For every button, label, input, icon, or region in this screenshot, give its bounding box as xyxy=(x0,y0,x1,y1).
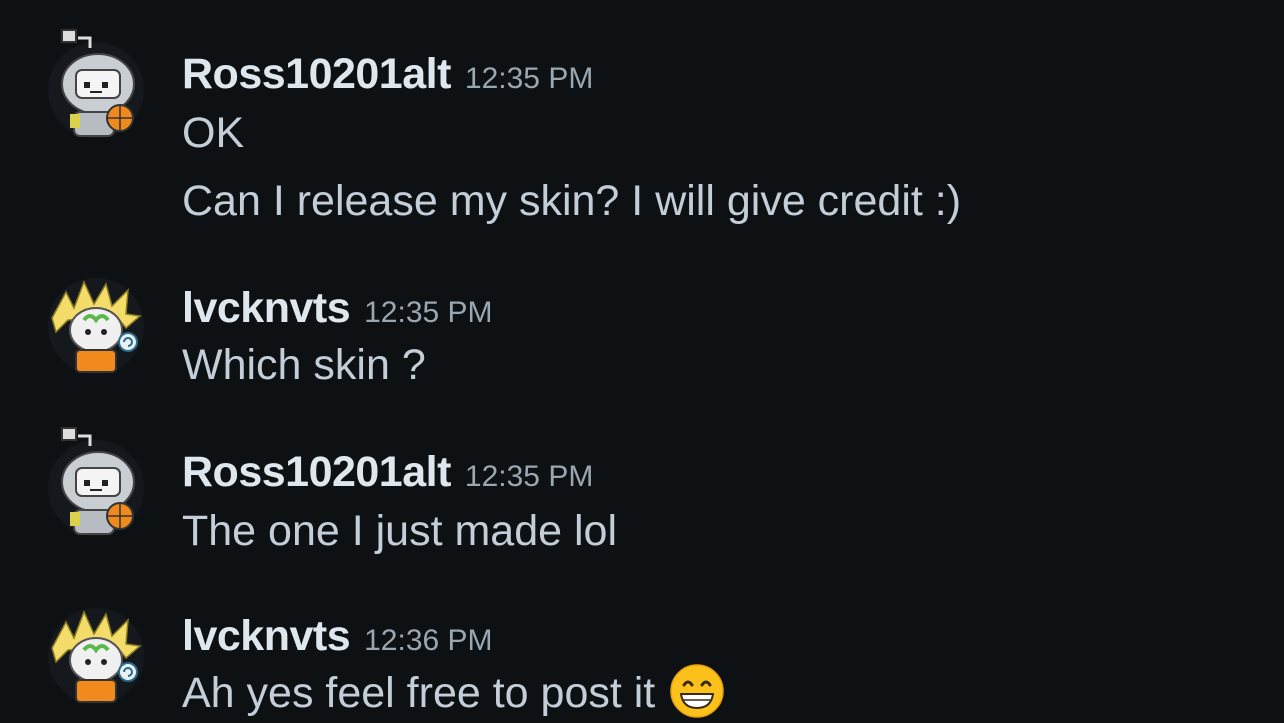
user-avatar[interactable] xyxy=(48,608,144,704)
grinning-face-emoji-icon xyxy=(670,663,725,718)
username[interactable]: Ross10201alt xyxy=(182,448,451,497)
user-avatar[interactable] xyxy=(48,427,144,536)
message-text: OK xyxy=(182,109,245,157)
username[interactable]: Ross10201alt xyxy=(182,50,451,99)
user-avatar[interactable] xyxy=(48,278,144,374)
message-text: Can I release my skin? I will give credi… xyxy=(182,177,962,225)
message-text-content: Ah yes feel free to post it xyxy=(182,669,656,717)
message-text: The one I just made lol xyxy=(182,507,618,555)
timestamp: 12:35 PM xyxy=(464,62,594,95)
blonde-avatar-icon xyxy=(48,278,144,374)
timestamp: 12:36 PM xyxy=(364,624,493,657)
blonde-avatar-icon xyxy=(48,608,144,704)
message-text: Which skin ? xyxy=(182,341,426,389)
message-header: Ross10201alt 12:35 PM xyxy=(182,50,593,99)
message-header: lvcknvts 12:36 PM xyxy=(182,612,493,661)
astronaut-avatar-icon xyxy=(48,427,144,536)
timestamp: 12:35 PM xyxy=(364,296,493,329)
astronaut-avatar-icon xyxy=(48,29,144,138)
user-avatar[interactable] xyxy=(48,29,144,138)
username[interactable]: lvcknvts xyxy=(182,612,351,661)
message-header: Ross10201alt 12:35 PM xyxy=(182,448,593,497)
message-text: Ah yes feel free to post it xyxy=(182,663,725,719)
message-header: lvcknvts 12:35 PM xyxy=(182,284,493,333)
timestamp: 12:35 PM xyxy=(464,460,594,493)
chat-thread: Ross10201alt 12:35 PM OK Can I release m… xyxy=(0,0,1284,723)
username[interactable]: lvcknvts xyxy=(182,284,351,333)
